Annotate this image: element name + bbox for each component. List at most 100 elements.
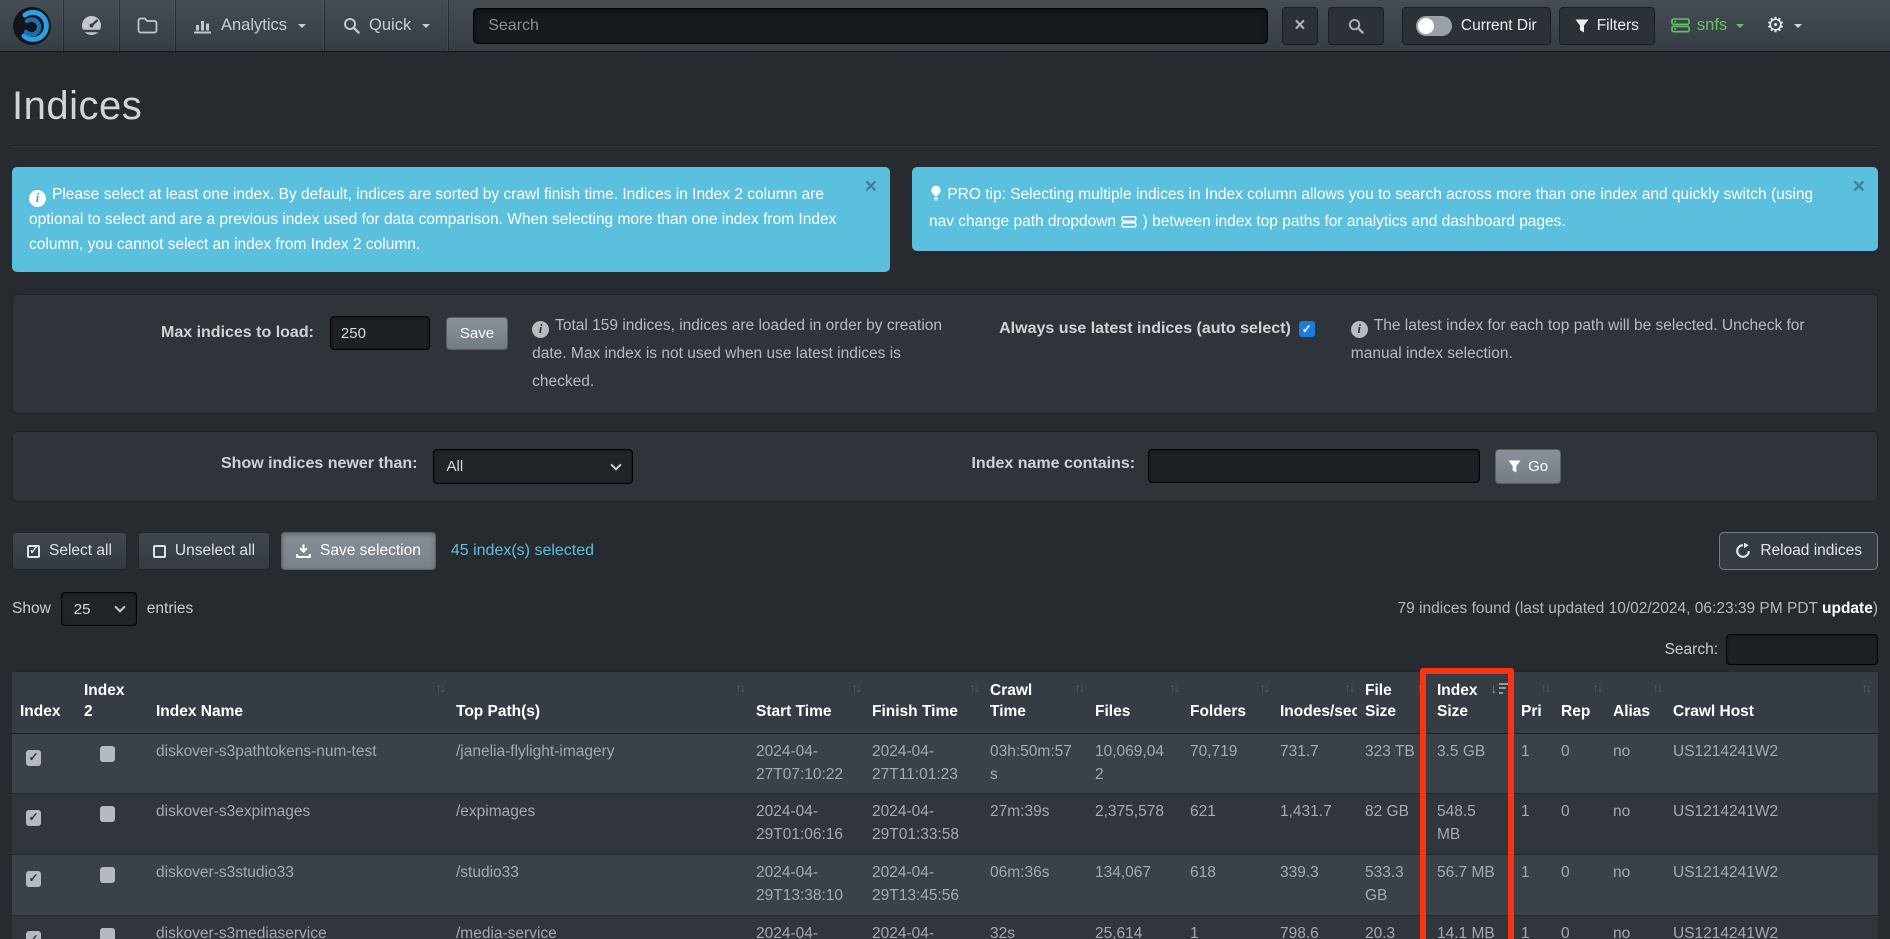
close-icon[interactable]: ×	[865, 176, 877, 197]
col-header-index-name[interactable]: Index Name ↑↓	[148, 672, 448, 734]
sort-icon[interactable]: ↑↓	[1075, 680, 1084, 697]
analytics-menu[interactable]: Analytics	[176, 0, 325, 51]
sort-icon[interactable]: ↑↓	[1593, 680, 1602, 697]
inodes-sec-cell: 1,431.7	[1272, 794, 1357, 855]
save-button[interactable]: Save	[446, 317, 508, 350]
start-time-cell: 2024-04-27T07:10:22	[748, 733, 864, 794]
col-header-files[interactable]: Files ↑↓	[1087, 672, 1182, 734]
selected-count-link[interactable]: 45 index(s) selected	[451, 542, 594, 560]
index-checkbox[interactable]	[26, 871, 41, 887]
refresh-icon	[1735, 543, 1751, 559]
reload-indices-button[interactable]: Reload indices	[1719, 532, 1878, 570]
go-button[interactable]: Go	[1495, 449, 1561, 484]
index2-checkbox[interactable]	[100, 928, 115, 939]
index-size-cell: 14.1 MB	[1429, 915, 1513, 939]
info-alert: iPlease select at least one index. By de…	[12, 167, 890, 272]
sort-icon[interactable]: ↑↓	[1541, 680, 1550, 697]
file-browser-nav-item[interactable]	[120, 0, 176, 51]
col-header-crawl-host[interactable]: Crawl Host ↑↓	[1665, 672, 1878, 734]
entries-select[interactable]: 25	[61, 592, 137, 626]
storage-dropdown[interactable]: snfs	[1671, 0, 1744, 51]
col-header-pri[interactable]: Pri ↑↓	[1513, 672, 1553, 734]
pro-tip-text-after: ) between index top paths for analytics …	[1143, 213, 1566, 230]
index-checkbox[interactable]	[26, 931, 41, 939]
index-checkbox[interactable]	[26, 810, 41, 826]
current-dir-toggle[interactable]	[1416, 16, 1452, 36]
col-header-index2[interactable]: Index 2	[76, 672, 148, 734]
select-all-button[interactable]: Select all	[12, 532, 127, 570]
folders-cell: 618	[1182, 854, 1272, 915]
sort-icon[interactable]: ↑↓	[1417, 680, 1426, 697]
index-name-cell: diskover-s3expimages	[148, 794, 448, 855]
latest-indices-checkbox[interactable]: ✓	[1299, 321, 1315, 337]
sort-icon[interactable]: ↑↓	[970, 680, 979, 697]
sort-icon[interactable]: ↑↓	[852, 680, 861, 697]
inodes-sec-cell: 339.3	[1272, 854, 1357, 915]
col-header-alias[interactable]: Alias ↑↓	[1605, 672, 1665, 734]
name-contains-input[interactable]	[1148, 449, 1480, 483]
nav-drive-icon	[1121, 215, 1141, 232]
start-time-cell: 2024-04-29T13:22:18	[748, 915, 864, 939]
col-header-inodes-sec[interactable]: Inodes/sec ↑↓	[1272, 672, 1357, 734]
col-header-folders[interactable]: Folders ↑↓	[1182, 672, 1272, 734]
close-icon[interactable]: ×	[1853, 176, 1865, 197]
index2-checkbox[interactable]	[100, 806, 115, 822]
sort-icon[interactable]: ↑↓	[1260, 680, 1269, 697]
chevron-down-icon	[1736, 24, 1744, 28]
crawl-host-cell: US1214241W2	[1665, 915, 1878, 939]
rep-cell: 0	[1553, 733, 1605, 794]
file-size-cell: 533.3 GB	[1357, 854, 1429, 915]
unselect-all-button[interactable]: Unselect all	[138, 532, 270, 570]
update-link[interactable]: update	[1822, 600, 1873, 617]
pri-cell: 1	[1513, 733, 1553, 794]
sort-icon[interactable]: ↑↓	[1345, 680, 1354, 697]
table-header-row: Index Index 2 Index Name ↑↓ Top Path(s) …	[12, 672, 1878, 734]
search-input[interactable]	[473, 8, 1268, 44]
latest-indices-info: iThe latest index for each top path will…	[1351, 312, 1826, 368]
index-filter-panel: Show indices newer than: All Index name …	[12, 431, 1878, 502]
clear-search-button[interactable]: ×	[1282, 7, 1318, 45]
table-row: diskover-s3expimages /expimages 2024-04-…	[12, 794, 1878, 855]
index-checkbox[interactable]	[26, 750, 41, 766]
quick-menu[interactable]: Quick	[325, 0, 449, 51]
search-submit-button[interactable]	[1328, 7, 1384, 45]
sort-icon[interactable]: ↑↓	[1862, 680, 1871, 697]
max-indices-input[interactable]	[330, 316, 430, 350]
sort-icon[interactable]: ↑↓	[436, 680, 445, 697]
diskover-logo-icon	[12, 6, 52, 46]
folders-cell: 621	[1182, 794, 1272, 855]
col-header-index[interactable]: Index	[12, 672, 76, 734]
finish-time-cell: 2024-04-27T11:01:23	[864, 733, 982, 794]
filters-button[interactable]: Filters	[1559, 7, 1655, 45]
file-size-cell: 20.3 GB	[1357, 915, 1429, 939]
col-header-top-paths[interactable]: Top Path(s) ↑↓	[448, 672, 748, 734]
save-selection-button[interactable]: Save selection	[281, 532, 436, 570]
table-search-input[interactable]	[1726, 634, 1878, 665]
crawl-time-cell: 03h:50m:57s	[982, 733, 1087, 794]
sort-icon[interactable]: ↑↓	[1170, 680, 1179, 697]
top-path-cell: /janelia-flylight-imagery	[448, 733, 748, 794]
page-title: Indices	[12, 84, 1878, 129]
files-cell: 10,069,042	[1087, 733, 1182, 794]
crawl-host-cell: US1214241W2	[1665, 733, 1878, 794]
entries-label: entries	[147, 600, 194, 618]
settings-menu[interactable]: ⚙	[1766, 0, 1802, 51]
sort-desc-icon[interactable]: ↓	[1491, 680, 1510, 698]
diskover-logo[interactable]	[0, 0, 64, 51]
crawl-time-cell: 27m:39s	[982, 794, 1087, 855]
index2-checkbox[interactable]	[100, 746, 115, 762]
sort-icon[interactable]: ↑↓	[1653, 680, 1662, 697]
col-header-rep[interactable]: Rep ↑↓	[1553, 672, 1605, 734]
top-path-cell: /media-service	[448, 915, 748, 939]
col-header-file-size[interactable]: File Size ↑↓	[1357, 672, 1429, 734]
col-header-finish-time[interactable]: Finish Time ↑↓	[864, 672, 982, 734]
alias-cell: no	[1605, 915, 1665, 939]
index2-checkbox[interactable]	[100, 867, 115, 883]
newer-than-select[interactable]: All	[433, 449, 633, 484]
sort-icon[interactable]: ↑↓	[736, 680, 745, 697]
col-header-crawl-time[interactable]: Crawl Time ↑↓	[982, 672, 1087, 734]
col-header-index-size[interactable]: Index Size ↓	[1429, 672, 1513, 734]
dashboard-nav-item[interactable]	[64, 0, 120, 51]
col-header-start-time[interactable]: Start Time ↑↓	[748, 672, 864, 734]
filters-label: Filters	[1597, 17, 1639, 35]
